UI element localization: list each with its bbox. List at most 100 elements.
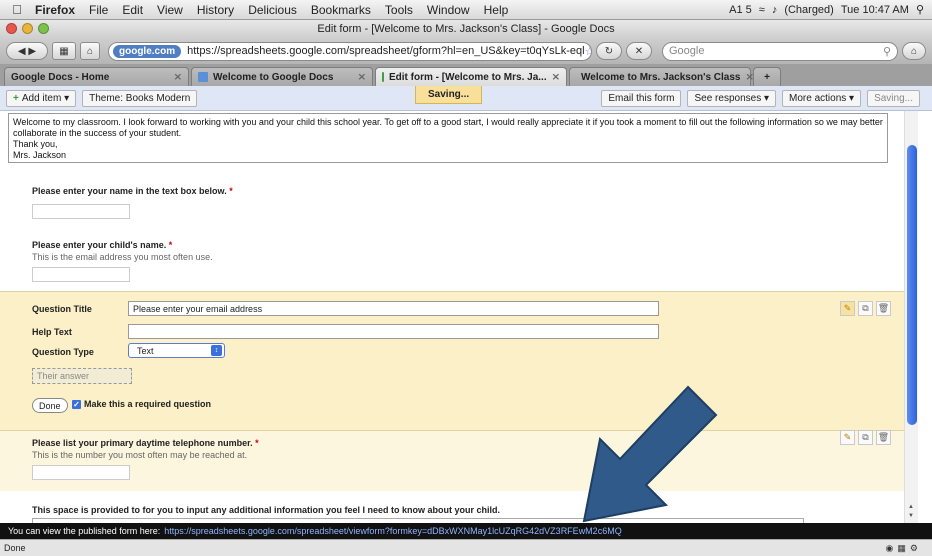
question-help-text: This is the number you most often may be… (32, 450, 248, 460)
google-favicon-icon (198, 72, 208, 82)
home-icon[interactable]: ⌂ (80, 42, 100, 60)
battery-status[interactable]: (Charged) (784, 4, 834, 16)
question-title-input[interactable]: Please enter your email address (128, 301, 659, 316)
required-checkbox[interactable]: ✓ Make this a required question (72, 399, 211, 409)
question-title-label: Question Title (32, 304, 92, 314)
spotlight-icon[interactable]: ⚲ (916, 3, 924, 16)
volume-icon[interactable]: ♪ (772, 4, 778, 16)
close-tab-icon[interactable]: ⨯ (174, 72, 182, 83)
gear-icon[interactable]: ⚙ (910, 543, 918, 554)
done-button[interactable]: Done (32, 398, 68, 413)
scroll-up-icon[interactable]: ▲ (908, 504, 914, 510)
saving-indicator: Saving... (415, 86, 483, 104)
tab-label: Welcome to Google Docs (213, 71, 334, 83)
question-additional-info[interactable]: This space is provided to for you to inp… (32, 505, 500, 515)
site-identity-badge[interactable]: google.com (113, 44, 182, 58)
address-bar[interactable]: google.com https://spreadsheets.google.c… (108, 41, 592, 61)
plus-icon: + (13, 92, 19, 104)
menu-tools[interactable]: Tools (378, 3, 420, 17)
question-title: Please list your primary daytime telepho… (32, 438, 259, 448)
window-titlebar: Edit form - [Welcome to Mrs. Jackson's C… (0, 20, 932, 38)
reload-button[interactable]: ↻ (596, 42, 622, 60)
tab-label: Welcome to Mrs. Jackson's Class (581, 71, 741, 83)
search-icon[interactable]: ⚲ (883, 45, 891, 58)
menu-app-name[interactable]: Firefox (28, 3, 82, 17)
add-item-button[interactable]: + Add item ▾ (6, 89, 77, 107)
back-forward-button[interactable]: ◀ ▶ (6, 42, 48, 60)
menu-edit[interactable]: Edit (115, 3, 150, 17)
intro-text-line: Thank you, (13, 139, 58, 149)
save-button[interactable]: Saving... (867, 89, 920, 107)
duplicate-icon[interactable]: ⧉ (858, 430, 873, 445)
delicious-icon[interactable]: ▦ (897, 543, 906, 554)
checkmark-icon: ✓ (72, 399, 81, 409)
form-description[interactable]: Welcome to my classroom. I look forward … (8, 113, 888, 163)
annotation-arrow (582, 385, 718, 523)
star-icon[interactable]: ☆ (585, 45, 591, 58)
close-tab-icon[interactable]: ⨯ (358, 72, 366, 83)
menu-history[interactable]: History (190, 3, 241, 17)
scroll-down-icon[interactable]: ▼ (908, 513, 914, 519)
theme-button[interactable]: Theme: Books Modern (82, 89, 198, 107)
apple-icon[interactable]:  (6, 2, 28, 17)
answer-field (32, 204, 130, 219)
search-input[interactable]: Google ⚲ (662, 41, 898, 61)
search-engine-label: Google (669, 45, 705, 57)
duplicate-icon[interactable]: ⧉ (858, 301, 873, 316)
tab-google-docs-home[interactable]: Google Docs - Home ⨯ (4, 67, 189, 86)
question-title-text: Please enter your name in the text box b… (32, 186, 227, 196)
help-text-input[interactable] (128, 324, 659, 339)
edit-pencil-icon[interactable]: ✎ (840, 430, 855, 445)
menu-help[interactable]: Help (477, 3, 516, 17)
close-tab-icon[interactable]: ⨯ (552, 72, 560, 83)
new-tab-button[interactable]: + (753, 67, 781, 86)
close-window-button[interactable] (6, 23, 17, 34)
tab-welcome-class[interactable]: Welcome to Mrs. Jackson's Class ⨯ (569, 67, 754, 86)
toolbar-right-group: Email this form See responses ▾ More act… (601, 89, 926, 107)
email-form-button[interactable]: Email this form (601, 89, 682, 107)
question-type-select[interactable]: Text ↕ (128, 343, 225, 358)
answer-field (32, 267, 130, 282)
answer-preview: Their answer (32, 368, 132, 384)
delete-icon[interactable]: 🗑 (876, 301, 891, 316)
delete-icon[interactable]: 🗑 (876, 430, 891, 445)
menu-file[interactable]: File (82, 3, 115, 17)
vertical-scrollbar[interactable]: ▲ ▼ (904, 111, 918, 523)
scrollbar-thumb[interactable] (907, 145, 917, 425)
question-name[interactable]: Please enter your name in the text box b… (32, 186, 233, 219)
menu-view[interactable]: View (150, 3, 190, 17)
back-icon[interactable]: ◀ (18, 46, 26, 57)
required-label: Make this a required question (84, 399, 212, 409)
mac-menubar:  Firefox File Edit View History Delicio… (0, 0, 932, 20)
see-responses-label: See responses (694, 92, 762, 104)
more-actions-button[interactable]: More actions ▾ (782, 89, 862, 107)
edit-pencil-icon[interactable]: ✎ (840, 301, 855, 316)
wifi-icon[interactable]: ≈ (759, 4, 765, 16)
tab-edit-form[interactable]: Edit form - [Welcome to Mrs. Ja... ⨯ (375, 67, 567, 86)
menu-bookmarks[interactable]: Bookmarks (304, 3, 378, 17)
clock[interactable]: Tue 10:47 AM (841, 4, 909, 16)
menu-delicious[interactable]: Delicious (241, 3, 304, 17)
home-page-button[interactable]: ⌂ (902, 42, 926, 60)
published-form-link[interactable]: https://spreadsheets.google.com/spreadsh… (164, 526, 621, 536)
minimize-window-button[interactable] (22, 23, 33, 34)
adblock-icon[interactable]: ◉ (886, 543, 894, 554)
add-item-label: Add item (21, 92, 62, 104)
bookmarks-icon[interactable]: ▦ (52, 42, 76, 60)
question-phone-panel[interactable]: Please list your primary daytime telepho… (0, 430, 904, 491)
url-text[interactable]: https://spreadsheets.google.com/spreadsh… (187, 45, 584, 57)
form-editor-content: Welcome to my classroom. I look forward … (0, 111, 904, 523)
stop-button[interactable]: ✕ (626, 42, 652, 60)
tab-welcome-google-docs[interactable]: Welcome to Google Docs ⨯ (191, 67, 373, 86)
see-responses-button[interactable]: See responses ▾ (687, 89, 777, 107)
published-form-bar: You can view the published form here: ht… (0, 523, 932, 539)
chevron-updown-icon: ↕ (211, 345, 222, 356)
navigation-toolbar: ◀ ▶ ▦ ⌂ google.com https://spreadsheets.… (0, 38, 932, 64)
question-tools: ✎ ⧉ 🗑 (840, 301, 891, 316)
menu-window[interactable]: Window (420, 3, 477, 17)
question-child-name[interactable]: Please enter your child's name. * This i… (32, 240, 213, 282)
adobe-icon[interactable]: A1 5 (729, 4, 752, 16)
forward-icon[interactable]: ▶ (28, 46, 36, 57)
intro-text-line: Welcome to my classroom. I look forward … (13, 117, 883, 127)
zoom-window-button[interactable] (38, 23, 49, 34)
